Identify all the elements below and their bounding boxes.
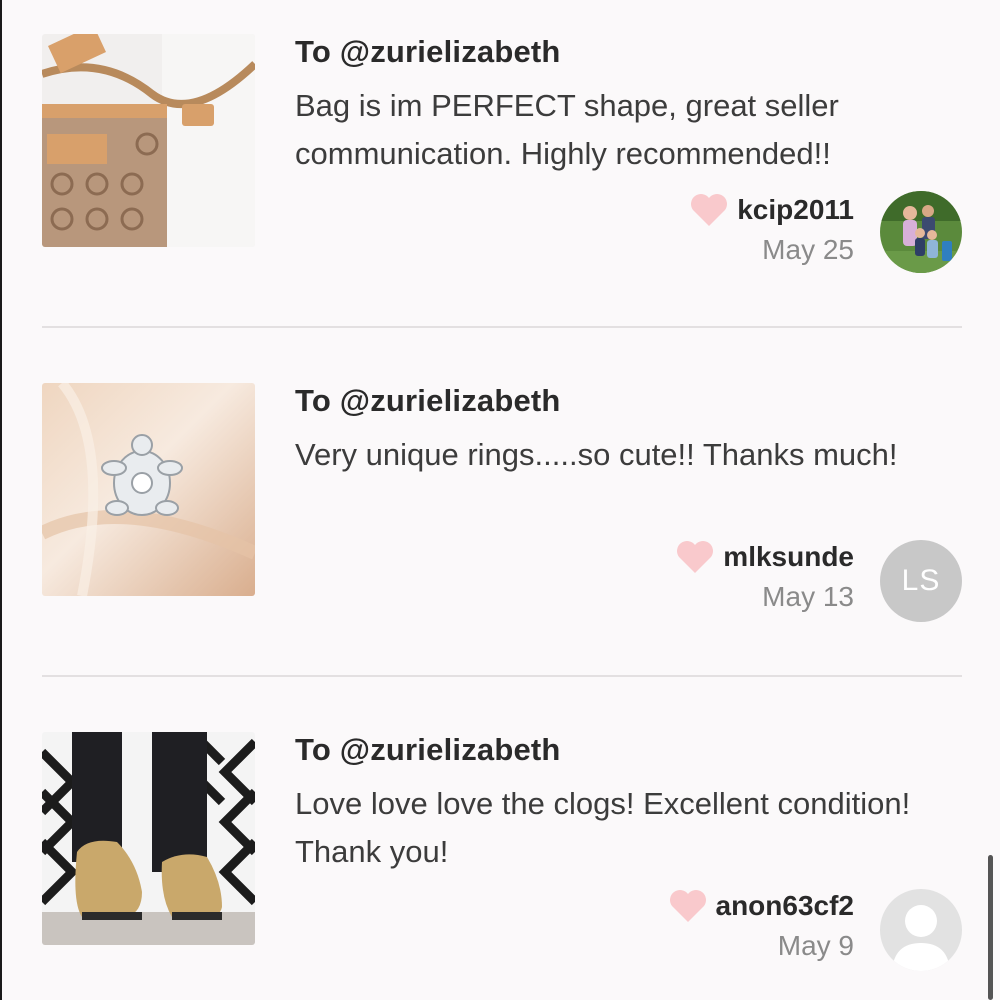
review-meta: kcip2011 May 25 [689, 192, 854, 266]
review-date: May 9 [777, 930, 854, 961]
review-item: To @zurielizabeth Love love love the clo… [2, 732, 1000, 1000]
reviewer-username[interactable]: mlksunde [723, 541, 854, 573]
listing-thumbnail[interactable] [42, 34, 255, 247]
review-message: Bag is im PERFECT shape, great seller co… [295, 88, 839, 171]
reviewer-avatar[interactable] [880, 889, 962, 971]
reviewer-avatar[interactable]: LS [880, 540, 962, 622]
scrollbar[interactable] [988, 855, 993, 1000]
review-list: To @zurielizabeth Bag is im PERFECT shap… [0, 0, 1000, 1000]
listing-thumbnail[interactable] [42, 732, 255, 945]
review-message: Very unique rings.....so cute!! Thanks m… [295, 437, 898, 472]
reviewer-avatar[interactable] [880, 191, 962, 273]
person-silhouette-icon [880, 889, 962, 971]
review-date: May 13 [762, 581, 854, 612]
review-meta: anon63cf2 May 9 [668, 888, 855, 962]
review-date: May 25 [762, 234, 854, 265]
listing-thumbnail[interactable] [42, 383, 255, 596]
reviewer-username[interactable]: anon63cf2 [716, 890, 855, 922]
review-meta: mlksunde May 13 [675, 539, 854, 613]
divider [42, 326, 962, 328]
review-item: To @zurielizabeth Very unique rings.....… [2, 383, 1000, 683]
heart-icon[interactable] [675, 539, 715, 575]
divider [42, 675, 962, 677]
heart-icon[interactable] [689, 192, 729, 228]
turtle-ring-image [42, 383, 255, 596]
review-recipient[interactable]: To @zurielizabeth [295, 34, 561, 70]
reviewer-username[interactable]: kcip2011 [737, 194, 854, 226]
heart-icon[interactable] [668, 888, 708, 924]
clogs-image [42, 732, 255, 945]
review-recipient[interactable]: To @zurielizabeth [295, 732, 561, 768]
review-message: Love love love the clogs! Excellent cond… [295, 786, 911, 869]
review-item: To @zurielizabeth Bag is im PERFECT shap… [2, 34, 1000, 334]
review-recipient[interactable]: To @zurielizabeth [295, 383, 561, 419]
coach-bag-image [42, 34, 255, 247]
